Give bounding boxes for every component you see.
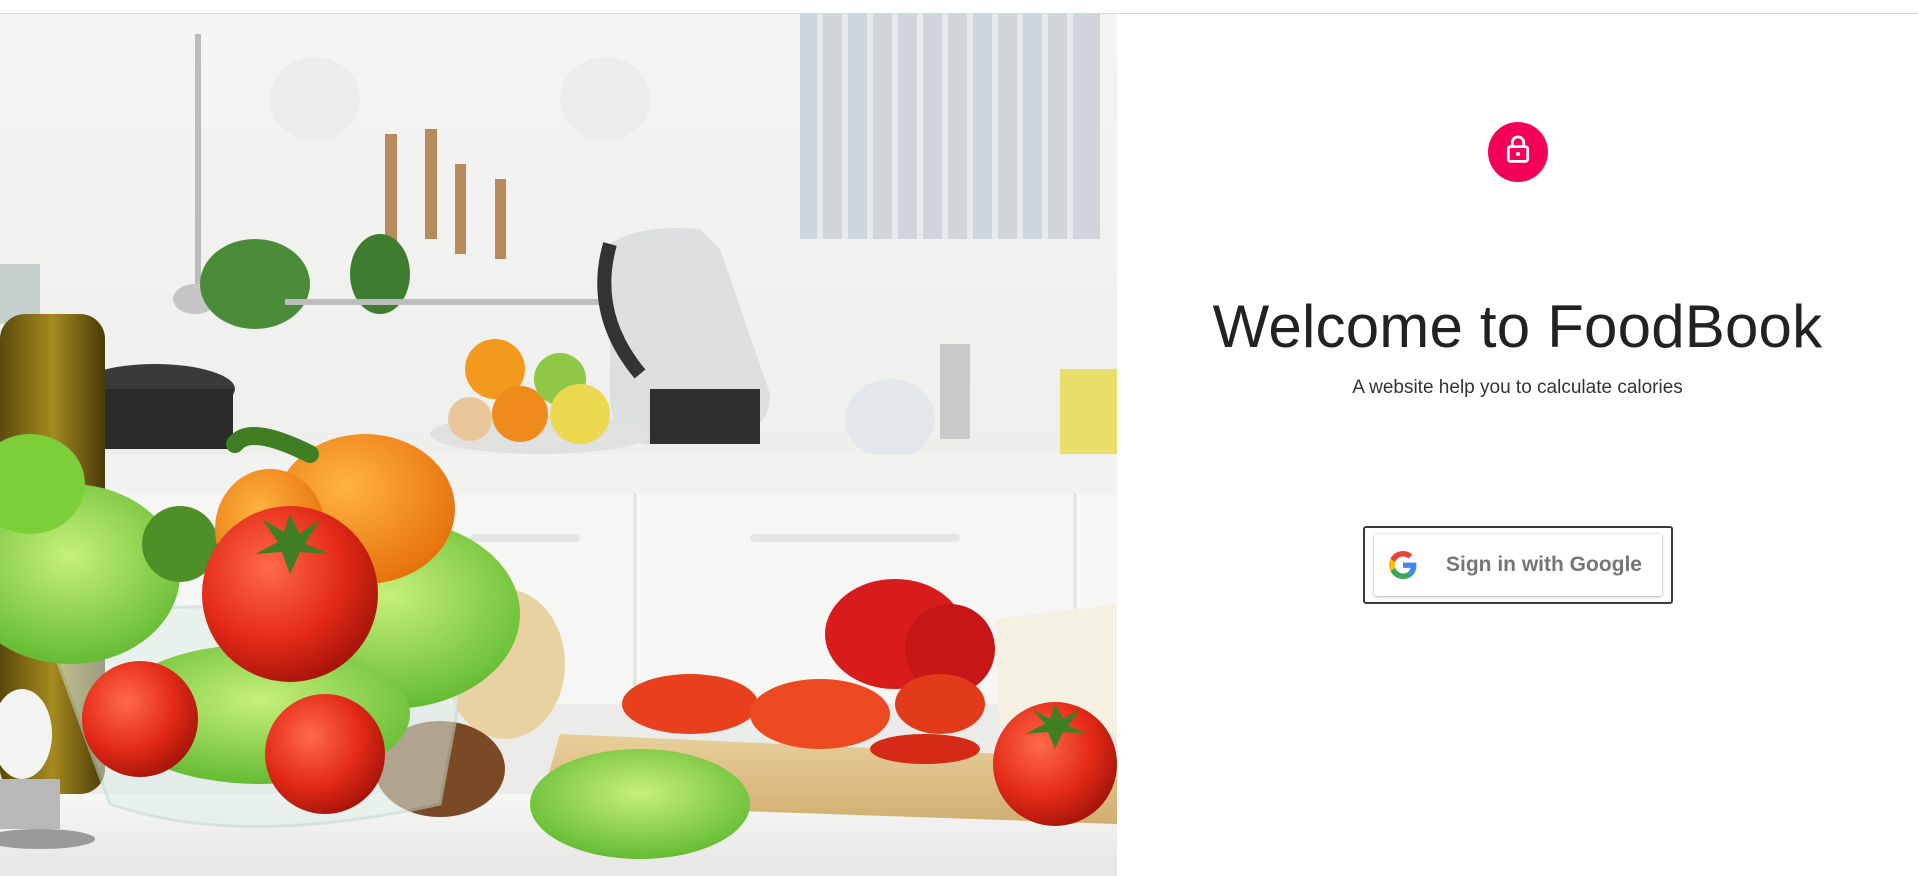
page-title: Welcome to FoodBook bbox=[1212, 293, 1823, 360]
lock-avatar bbox=[1488, 122, 1548, 182]
hero-image bbox=[0, 14, 1117, 876]
login-panel: Welcome to FoodBook A website help you t… bbox=[1117, 14, 1918, 876]
hero-bottom-strip bbox=[0, 866, 1117, 876]
google-signin-label: Sign in with Google bbox=[1446, 553, 1642, 576]
google-logo-icon bbox=[1388, 550, 1418, 580]
google-signin-wrapper: Sign in with Google bbox=[1363, 526, 1673, 604]
page-subtitle: A website help you to calculate calories bbox=[1352, 377, 1683, 398]
google-signin-button[interactable]: Sign in with Google bbox=[1374, 534, 1662, 596]
lock-icon bbox=[1504, 134, 1532, 171]
